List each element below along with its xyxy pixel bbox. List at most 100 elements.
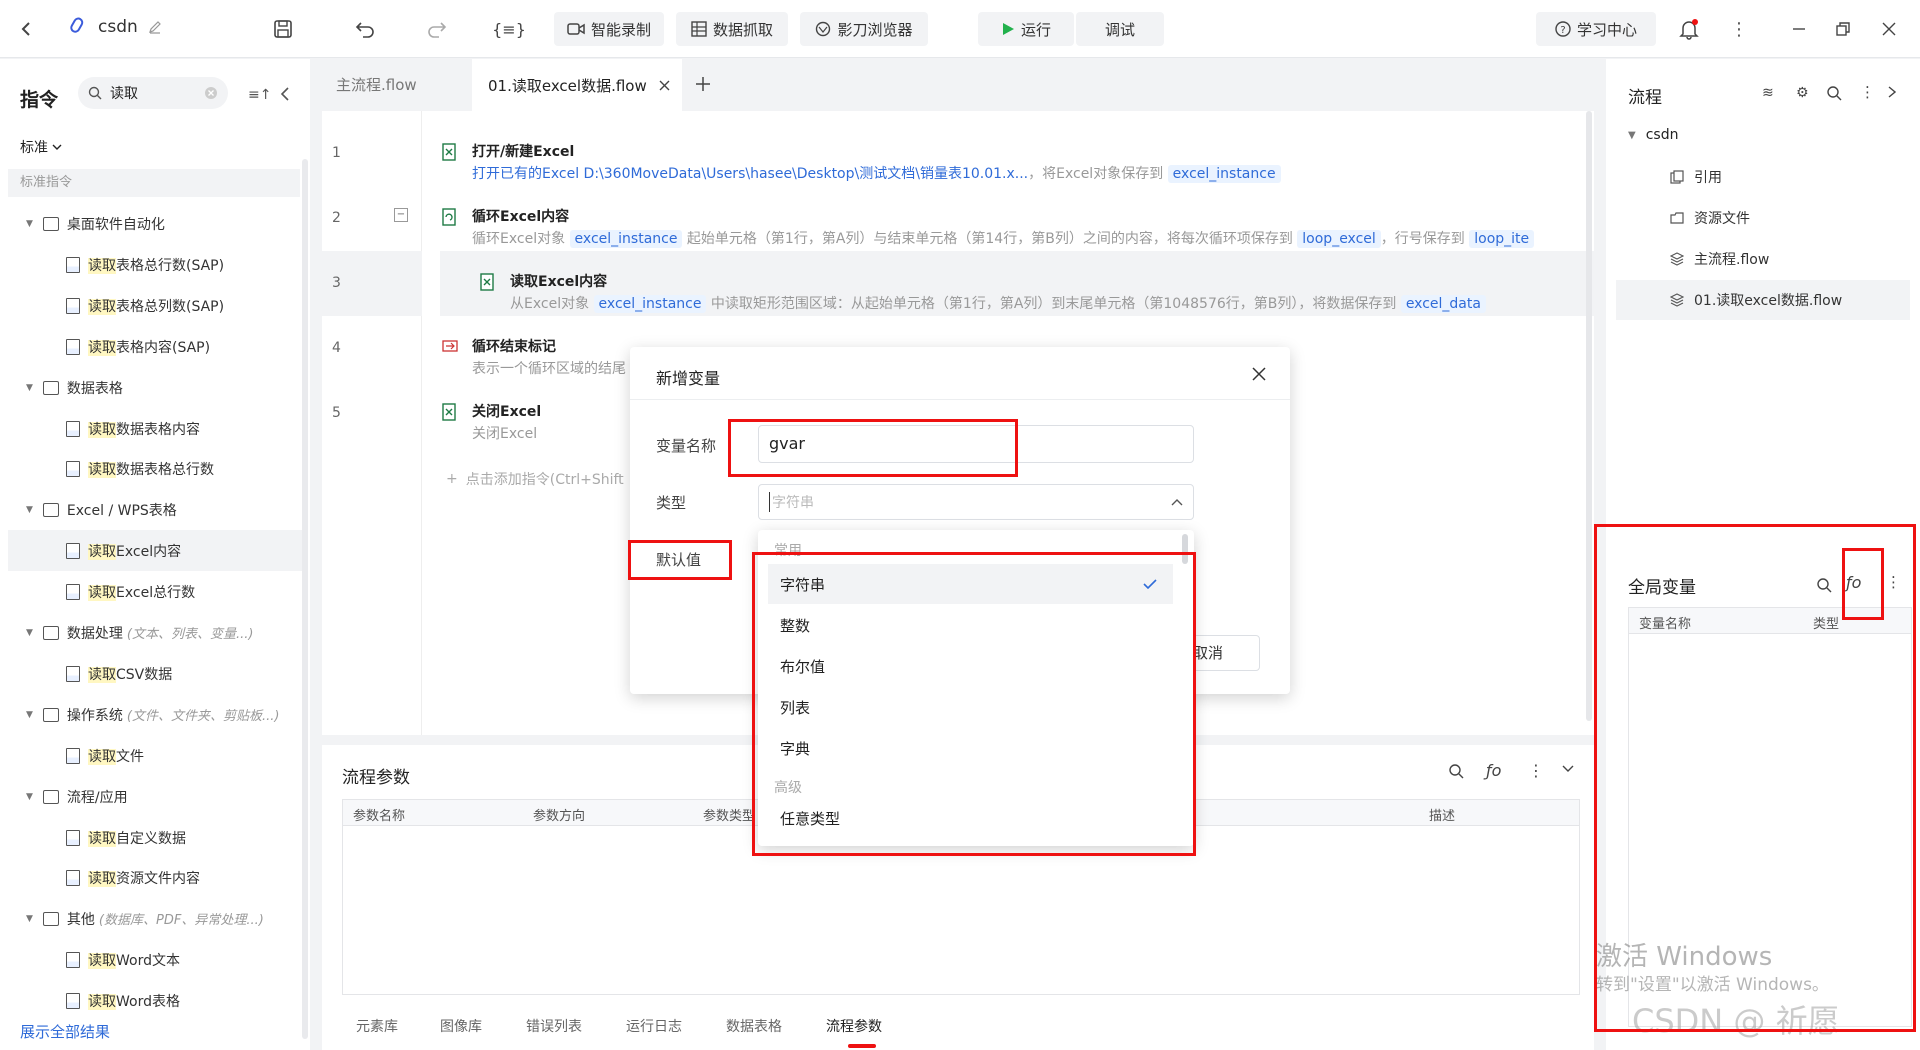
search-icon[interactable] (1826, 85, 1842, 101)
redo-icon[interactable] (424, 16, 450, 42)
add-command-button[interactable]: + 点击添加指令(Ctrl+Shift (446, 469, 624, 489)
option-integer[interactable]: 整数 (768, 605, 1173, 645)
variable-tag[interactable]: excel_instance (593, 295, 707, 313)
edit-icon[interactable] (148, 20, 162, 34)
bottom-tab[interactable]: 运行日志 (626, 1016, 682, 1036)
tree-group[interactable]: ▼ 流程/应用 (8, 776, 308, 817)
bottom-tab[interactable]: 图像库 (440, 1016, 482, 1036)
variable-tag[interactable]: loop_ite (1469, 230, 1535, 248)
tree-item-resources[interactable]: 资源文件 (1670, 208, 1750, 228)
tree-item[interactable]: 读取Excel总行数 (8, 571, 308, 612)
option-label: 布尔值 (780, 657, 826, 676)
option-any[interactable]: 任意类型 (768, 798, 1173, 838)
option-list[interactable]: 列表 (768, 687, 1173, 727)
chevron-right-icon[interactable] (1888, 86, 1896, 98)
bottom-tab[interactable]: 数据表格 (726, 1016, 782, 1036)
undo-icon[interactable] (352, 16, 378, 42)
tree-item[interactable]: 读取数据表格总行数 (8, 448, 308, 489)
run-button[interactable]: 运行 (978, 12, 1074, 46)
tree-item-active-flow[interactable]: 01.读取excel数据.flow (1616, 280, 1910, 320)
tree-group[interactable]: ▼ 数据处理 (文本、列表、变量...) (8, 612, 308, 653)
search-icon[interactable] (1816, 577, 1832, 593)
more-vertical-icon[interactable]: ⋮ (1886, 573, 1901, 591)
project-node[interactable]: ▼ csdn (1628, 127, 1678, 143)
smart-record-button[interactable]: 智能录制 (554, 12, 664, 46)
clear-icon[interactable] (204, 86, 218, 100)
type-select[interactable]: 字符串 (758, 484, 1194, 520)
cancel-button[interactable]: 取消 (1186, 635, 1260, 671)
chevron-down-icon[interactable] (1562, 765, 1574, 773)
variable-braces-icon[interactable]: {≡} (492, 16, 526, 42)
sort-icon[interactable]: ≡↑ (248, 87, 271, 103)
tree-item[interactable]: 读取数据表格内容 (8, 408, 308, 449)
tree-item[interactable]: 读取自定义数据 (8, 817, 308, 858)
tree-item[interactable]: 读取CSV数据 (8, 653, 308, 694)
close-icon[interactable] (1252, 367, 1266, 381)
step-row[interactable]: 1 打开/新建Excel 打开已有的Excel D:\360MoveData\U… (322, 121, 1594, 186)
search-icon[interactable] (1448, 763, 1464, 779)
type-dropdown-menu: 常用 字符串 整数 布尔值 列表 字典 高级 任意类型 (758, 530, 1194, 846)
tree-item[interactable]: 读取文件 (8, 735, 308, 776)
close-window-icon[interactable] (1876, 16, 1902, 42)
save-icon[interactable] (270, 16, 296, 42)
tree-item-main-flow[interactable]: 主流程.flow (1670, 249, 1769, 269)
minimize-icon[interactable] (1786, 16, 1812, 42)
tree-item[interactable]: 读取Excel内容 (8, 530, 308, 571)
learning-center-button[interactable]: ? 学习中心 (1536, 12, 1656, 46)
tree-item[interactable]: 读取表格总行数(SAP) (8, 244, 308, 285)
dropdown-scrollbar[interactable] (1182, 534, 1188, 564)
variable-name-input[interactable]: gvar (758, 425, 1194, 463)
restore-icon[interactable] (1830, 16, 1856, 42)
tab-active-flow[interactable]: 01.读取excel数据.flow (472, 59, 682, 111)
step-row[interactable]: 2 − 循环Excel内容 循环Excel对象 excel_instance 起… (322, 186, 1594, 251)
tree-item[interactable]: 读取Word表格 (8, 980, 308, 1021)
option-string[interactable]: 字符串 (768, 564, 1173, 604)
browser-button[interactable]: 影刀浏览器 (800, 12, 928, 46)
debug-button[interactable]: 调试 (1076, 12, 1164, 46)
more-vertical-icon[interactable]: ⋮ (1528, 761, 1544, 780)
tab-main-flow[interactable]: 主流程.flow (324, 59, 472, 111)
tree-group[interactable]: ▼ 操作系统 (文件、文件夹、剪贴板...) (8, 694, 308, 735)
variable-tag[interactable]: loop_excel (1297, 230, 1381, 248)
more-vertical-icon[interactable]: ⋮ (1860, 83, 1875, 101)
scrollbar[interactable] (302, 159, 308, 1039)
editor-scrollbar[interactable] (1586, 111, 1592, 721)
option-dict[interactable]: 字典 (768, 728, 1173, 768)
tree-item[interactable]: 读取表格总列数(SAP) (8, 285, 308, 326)
bottom-tab[interactable]: 错误列表 (526, 1016, 582, 1036)
tree-item[interactable]: 读取资源文件内容 (8, 857, 308, 898)
data-capture-button[interactable]: 数据抓取 (676, 12, 788, 46)
tree-group[interactable]: ▼ 其他 (数据库、PDF、异常处理...) (8, 898, 308, 939)
add-tab-icon[interactable] (694, 75, 712, 93)
variable-tag[interactable]: excel_instance (569, 230, 683, 248)
add-variable-icon[interactable]: ƒo (1486, 761, 1501, 780)
caret-down-icon: ▼ (26, 791, 33, 802)
back-icon[interactable] (14, 16, 40, 42)
layers-settings-icon[interactable]: ⚙ (1796, 85, 1809, 101)
tree-item[interactable]: 读取表格内容(SAP) (8, 326, 308, 367)
bottom-tab[interactable]: 元素库 (356, 1016, 398, 1036)
collapse-icon[interactable]: − (394, 208, 408, 222)
layers-add-icon[interactable]: ≋ (1762, 85, 1774, 101)
add-global-variable-icon[interactable]: ƒo (1846, 573, 1861, 592)
close-tab-icon[interactable] (659, 80, 670, 91)
bottom-tab[interactable]: 流程参数 (826, 1016, 882, 1036)
variable-name-label: 变量名称 (656, 437, 717, 455)
bell-icon[interactable] (1676, 16, 1702, 42)
tree-group[interactable]: ▼ Excel / WPS表格 (8, 489, 308, 530)
tree-item[interactable]: 读取Word文本 (8, 939, 308, 980)
tree-group[interactable]: ▼ 数据表格 (8, 367, 308, 408)
command-search-input[interactable]: 读取 (78, 77, 228, 109)
filter-dropdown[interactable]: 标准 (20, 137, 62, 157)
tree-group[interactable]: ▼ 桌面软件自动化 (8, 203, 308, 244)
variable-tag[interactable]: excel_data (1400, 295, 1486, 313)
step-row-selected[interactable]: 3 读取Excel内容 从Excel对象 excel_instance 中读取矩… (322, 251, 1594, 316)
show-all-results-link[interactable]: 展示全部结果 (20, 1021, 110, 1042)
option-boolean[interactable]: 布尔值 (768, 646, 1173, 686)
more-vertical-icon[interactable]: ⋮ (1726, 16, 1752, 42)
command-panel: 指令 读取 ≡↑ 标准 标准指令 ▼ 桌面软件自动化 读取表格总行数(SAP) 读取表… (0, 59, 310, 1050)
tree-item-reference[interactable]: 引用 (1670, 167, 1722, 187)
group-label-advanced: 高级 (774, 780, 802, 796)
variable-tag[interactable]: excel_instance (1167, 165, 1281, 183)
collapse-panel-icon[interactable] (280, 87, 290, 101)
